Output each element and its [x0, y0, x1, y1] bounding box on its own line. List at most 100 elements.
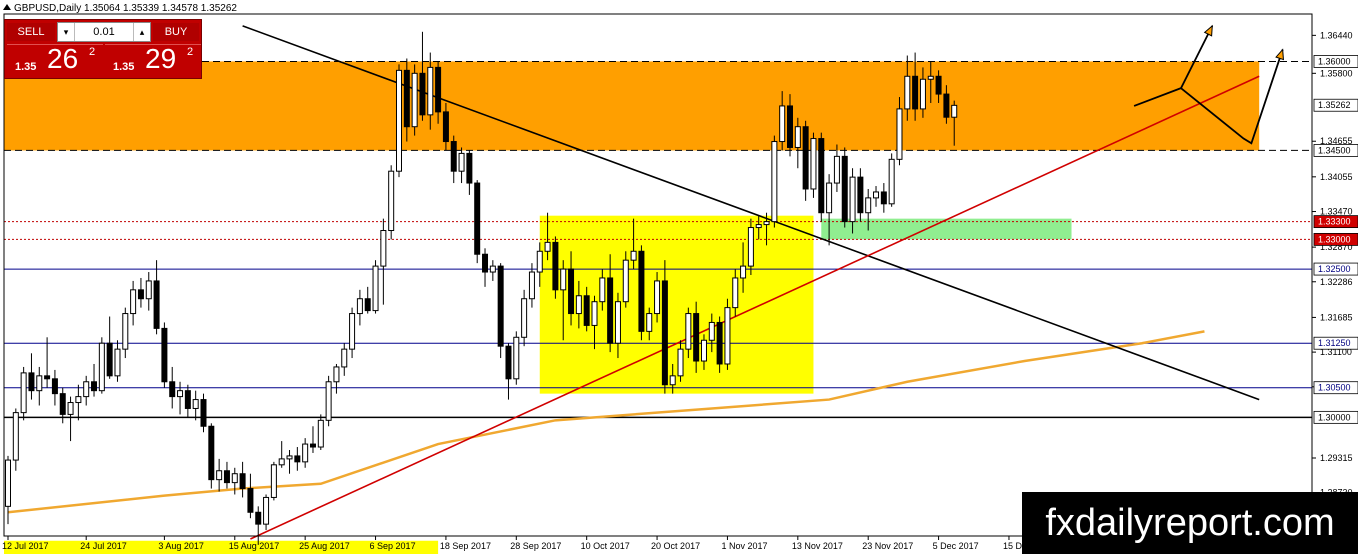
- candle-body: [841, 155, 848, 223]
- candle-body: [935, 75, 942, 95]
- candle-body: [482, 253, 489, 273]
- lot-size-stepper[interactable]: ▾ 0.01 ▴: [57, 22, 151, 42]
- y-tick-label: 1.29315: [1320, 453, 1353, 463]
- candle-body: [122, 313, 129, 350]
- level-tag-label: 1.36000: [1318, 56, 1351, 66]
- level-tag-label: 1.30500: [1318, 383, 1351, 393]
- y-tick-label: 1.33470: [1320, 207, 1353, 217]
- candle-body: [388, 170, 395, 232]
- candle-body: [255, 511, 262, 525]
- candle-body: [20, 372, 27, 414]
- x-tick-label: 12 Jul 2017: [2, 541, 49, 551]
- candle-body: [106, 342, 113, 377]
- level-tag-label: 1.30000: [1318, 412, 1351, 422]
- buy-price[interactable]: 1.35 29 2: [105, 43, 201, 77]
- lot-increase-icon[interactable]: ▴: [133, 23, 150, 41]
- candle-body: [873, 191, 880, 199]
- y-tick-label: 1.31685: [1320, 312, 1353, 322]
- x-tick-label: 20 Oct 2017: [651, 541, 700, 551]
- candle-body: [161, 327, 168, 383]
- candle-body: [857, 176, 864, 214]
- forecast-arrowhead: [1203, 24, 1213, 37]
- candle-body: [44, 375, 51, 380]
- buy-button[interactable]: BUY: [153, 23, 199, 41]
- candle-body: [919, 78, 926, 110]
- lot-size-value[interactable]: 0.01: [76, 23, 132, 41]
- candle-body: [747, 227, 754, 267]
- candle-body: [208, 425, 215, 481]
- sell-price-pips: 26: [47, 43, 79, 74]
- candle-body: [380, 230, 387, 267]
- candle-body: [364, 298, 371, 312]
- x-tick-label: 28 Sep 2017: [510, 541, 561, 551]
- candle-body: [145, 280, 152, 300]
- lot-decrease-icon[interactable]: ▾: [58, 23, 75, 41]
- candle-body: [309, 443, 316, 448]
- candle-body: [36, 375, 43, 392]
- candle-body: [114, 348, 121, 377]
- candle-body: [794, 126, 801, 148]
- candle-body: [614, 301, 621, 344]
- candle-body: [192, 399, 199, 409]
- candle-body: [849, 176, 856, 223]
- chart-menu-icon[interactable]: [3, 4, 11, 10]
- sell-price-fraction: 2: [89, 46, 96, 58]
- level-tag-label: 1.32500: [1318, 264, 1351, 274]
- candle-body: [177, 390, 184, 398]
- candle-body: [341, 348, 348, 368]
- candle-body: [278, 458, 285, 466]
- price-chart: 1.364401.358001.346551.340551.334701.328…: [2, 13, 1358, 554]
- sell-price-prefix: 1.35: [15, 61, 37, 73]
- candle-body: [810, 138, 817, 190]
- candle-body: [5, 459, 11, 507]
- candle-body: [708, 321, 715, 341]
- x-tick-label: 24 Jul 2017: [80, 541, 127, 551]
- candle-body: [349, 313, 356, 350]
- candle-body: [833, 155, 840, 184]
- watermark: fxdailyreport.com: [1022, 492, 1358, 554]
- candle-body: [904, 75, 911, 110]
- candle-body: [622, 259, 629, 303]
- candle-body: [716, 321, 723, 365]
- candle-body: [802, 126, 809, 190]
- chart-title: GBPUSD,Daily 1.35064 1.35339 1.34578 1.3…: [14, 3, 237, 14]
- candle-body: [779, 105, 786, 143]
- candle-body: [137, 289, 144, 300]
- candle-body: [130, 289, 137, 315]
- candle-body: [153, 280, 160, 329]
- candle-body: [740, 265, 747, 279]
- candle-body: [880, 191, 887, 205]
- candle-body: [396, 69, 402, 172]
- candle-body: [724, 307, 731, 365]
- candle-body: [912, 75, 919, 110]
- candle-body: [763, 221, 770, 226]
- candle-body: [865, 197, 872, 214]
- candle-body: [294, 455, 301, 463]
- candle-body: [927, 75, 934, 80]
- candle-body: [435, 66, 442, 113]
- one-click-trading-panel: SELL ▾ 0.01 ▴ BUY 1.35 26 2 1.35 29 2: [4, 19, 202, 79]
- candle-body: [630, 250, 637, 261]
- level-tag-label: 1.31250: [1318, 338, 1351, 348]
- candle-body: [677, 348, 684, 377]
- candle-body: [732, 277, 739, 309]
- sell-button[interactable]: SELL: [7, 23, 55, 41]
- level-tag-label: 1.33000: [1318, 234, 1351, 244]
- x-tick-label: 23 Nov 2017: [862, 541, 913, 551]
- candle-body: [826, 182, 833, 214]
- x-tick-label: 3 Aug 2017: [158, 541, 204, 551]
- x-tick-label: 18 Sep 2017: [440, 541, 491, 551]
- candle-body: [12, 412, 19, 461]
- candle-body: [59, 393, 66, 415]
- candle-body: [888, 158, 895, 205]
- candle-body: [372, 265, 379, 312]
- y-tick-label: 1.34055: [1320, 172, 1353, 182]
- candle-body: [654, 280, 661, 315]
- level-tag-label: 1.33300: [1318, 217, 1351, 227]
- candle-body: [216, 470, 223, 481]
- sell-price[interactable]: 1.35 26 2: [7, 43, 103, 77]
- candle-body: [693, 313, 700, 362]
- x-tick-label: 1 Nov 2017: [721, 541, 767, 551]
- candle-body: [325, 381, 332, 421]
- candle-body: [169, 381, 176, 398]
